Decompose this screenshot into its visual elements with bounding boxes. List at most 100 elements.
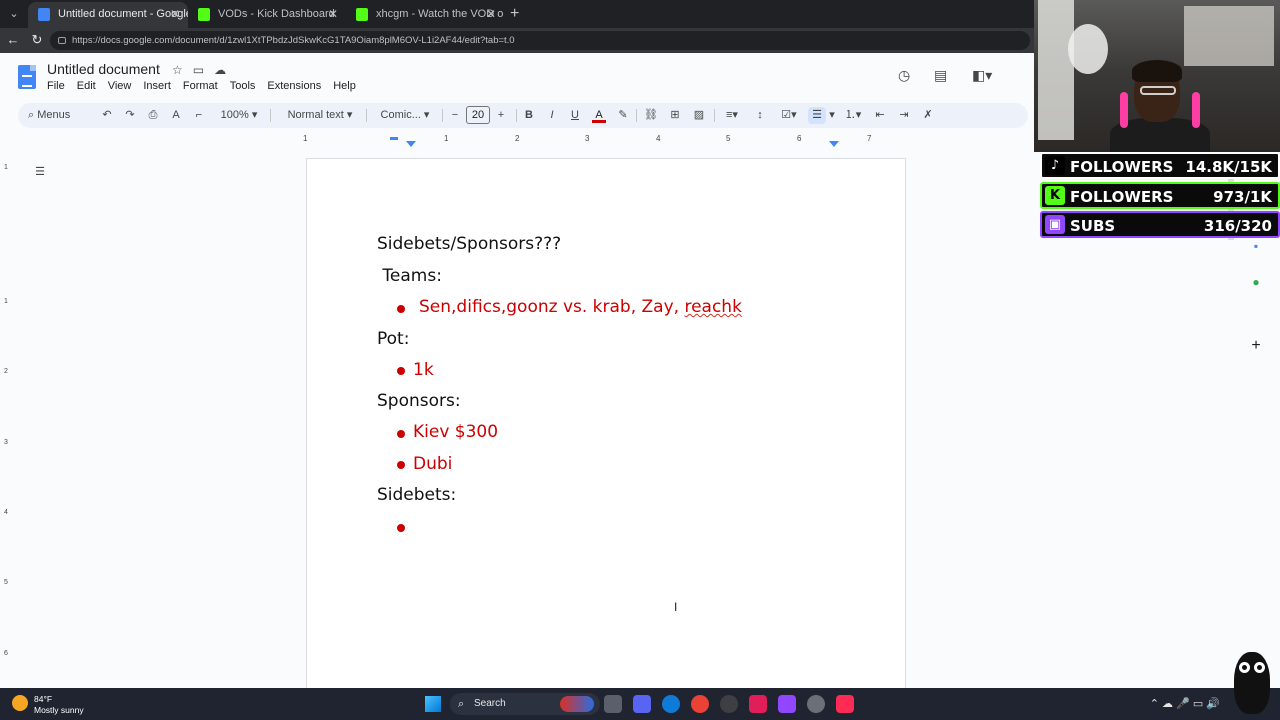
increase-indent-icon[interactable]: ⇥ [896, 107, 912, 124]
misspelled-word[interactable]: reachk [684, 297, 741, 317]
tiktok-followers-goal: ♪ FOLLOWERS 14.8K/15K [1040, 152, 1280, 179]
back-arrow-icon[interactable]: ← [4, 31, 22, 49]
italic-icon[interactable]: I [545, 107, 559, 124]
left-indent-marker[interactable] [406, 141, 416, 147]
highlight-color-icon[interactable]: ✎ [616, 107, 630, 124]
address-bar[interactable]: https://docs.google.com/document/d/1zwl1… [50, 31, 1030, 50]
bulleted-list-icon[interactable]: ☰ [808, 107, 826, 124]
close-tab-icon[interactable]: ✕ [486, 2, 496, 26]
twitch-app-icon[interactable] [778, 695, 796, 713]
menu-tools[interactable]: Tools [230, 80, 256, 92]
tiktok-app-icon[interactable] [836, 695, 854, 713]
redo-icon[interactable]: ↷ [123, 107, 137, 124]
document-page[interactable]: Sidebets/Sponsors??? Teams: Sen,difics,g… [306, 158, 906, 688]
menus-search[interactable]: ⌕ Menus [28, 107, 88, 124]
undo-icon[interactable]: ↶ [100, 107, 114, 124]
menu-insert[interactable]: Insert [143, 80, 171, 92]
style-value: Normal text [287, 109, 344, 121]
bullet-icon [397, 367, 405, 375]
menu-extensions[interactable]: Extensions [267, 80, 321, 92]
star-icon[interactable]: ☆ [172, 63, 183, 77]
sponsors-label: Sponsors: [377, 391, 461, 411]
goal-label: FOLLOWERS [1070, 158, 1174, 176]
windows-taskbar: 84°F Mostly sunny ⌕ Search ⌃ ☁ 🎤 ▭ 🔊 [0, 688, 1280, 720]
increase-font-size-icon[interactable]: + [494, 107, 508, 124]
text-color-icon[interactable]: A [592, 107, 606, 123]
menu-view[interactable]: View [108, 80, 132, 92]
spellcheck-icon[interactable]: A [169, 107, 183, 124]
new-tab-plus-icon[interactable]: + [510, 3, 519, 25]
first-line-indent-marker[interactable] [390, 137, 398, 140]
document-outline-icon[interactable]: ☰ [32, 165, 48, 181]
windows-start-icon[interactable] [425, 696, 441, 712]
reload-icon[interactable]: ↻ [28, 31, 46, 49]
bullet-icon [397, 305, 405, 313]
search-highlight-icon[interactable] [560, 696, 594, 712]
menu-edit[interactable]: Edit [77, 80, 96, 92]
discord-icon[interactable] [633, 695, 651, 713]
sunny-weather-icon [12, 695, 28, 711]
owl-eye [1254, 662, 1265, 673]
kick-followers-goal: K FOLLOWERS 973/1K [1040, 182, 1280, 209]
maps-pin-icon[interactable]: ● [1250, 276, 1262, 288]
right-indent-marker[interactable] [829, 141, 839, 147]
kick-icon: K [1045, 186, 1065, 205]
google-docs-logo-icon[interactable] [18, 65, 36, 89]
move-folder-icon[interactable]: ▭ [193, 63, 204, 77]
underline-icon[interactable]: U [568, 107, 582, 124]
edge-icon[interactable] [662, 695, 680, 713]
add-addon-icon[interactable]: + [1250, 338, 1262, 354]
close-tab-icon[interactable]: ✕ [328, 2, 338, 26]
numbered-list-icon[interactable]: ⒈▾ [840, 107, 866, 124]
decrease-font-size-icon[interactable]: − [448, 107, 462, 124]
media-player-icon[interactable] [720, 695, 738, 713]
menu-file[interactable]: File [47, 80, 65, 92]
ruler-number: 1 [4, 164, 8, 171]
bold-icon[interactable]: B [522, 107, 536, 124]
decrease-indent-icon[interactable]: ⇤ [872, 107, 888, 124]
chrome-icon[interactable] [691, 695, 709, 713]
zoom-value: 100% [220, 109, 249, 121]
close-tab-icon[interactable]: ✕ [170, 2, 180, 26]
add-comment-icon[interactable]: ⊞ [668, 107, 682, 124]
bulleted-list-dropdown-icon[interactable]: ▾ [827, 107, 837, 124]
checklist-icon[interactable]: ☑▾ [776, 107, 802, 124]
goal-value: 316/320 [1203, 217, 1272, 235]
tab-search-chevron-icon[interactable]: ⌄ [4, 4, 24, 24]
pot-list-item: 1k [413, 360, 434, 380]
obs-icon[interactable] [807, 695, 825, 713]
menu-format[interactable]: Format [183, 80, 218, 92]
calendar-icon[interactable]: ▪ [1250, 240, 1262, 252]
horizontal-ruler[interactable]: 1 1 2 3 4 5 6 7 [303, 134, 906, 148]
goal-value: 973/1K [1213, 188, 1272, 206]
site-info-icon[interactable] [58, 37, 66, 44]
slack-icon[interactable] [749, 695, 767, 713]
comments-icon[interactable]: ▤ [934, 67, 947, 84]
paint-format-icon[interactable]: ⌐ [192, 107, 206, 124]
meet-camera-icon[interactable]: ◧▾ [972, 67, 992, 84]
align-icon[interactable]: ≡▾ [720, 107, 744, 124]
tab-kick-vod[interactable]: xhcgm - Watch the VOD on Kick ✕ [346, 2, 504, 28]
document-title[interactable]: Untitled document [47, 61, 160, 77]
bullet-icon [397, 461, 405, 469]
version-history-icon[interactable]: ◷ [898, 67, 910, 84]
print-icon[interactable]: ⎙ [146, 107, 160, 124]
tab-kick-dashboard[interactable]: VODs - Kick Dashboard ✕ [188, 2, 346, 28]
menu-help[interactable]: Help [333, 80, 356, 92]
system-tray[interactable]: ⌃ ☁ 🎤 ▭ 🔊 [1150, 697, 1220, 710]
cloud-saved-icon[interactable]: ☁ [214, 63, 226, 77]
headset-left [1120, 92, 1128, 128]
line-spacing-icon[interactable]: ↕ [752, 107, 768, 124]
tab-google-docs[interactable]: Untitled document - Google Docs ✕ [28, 2, 188, 28]
insert-link-icon[interactable]: ⛓ [644, 107, 658, 124]
font-size-input[interactable]: 20 [466, 106, 490, 124]
task-view-icon[interactable] [604, 695, 622, 713]
insert-image-icon[interactable]: ▨ [692, 107, 706, 124]
clear-formatting-icon[interactable]: ✗ [920, 107, 936, 124]
style-select[interactable]: Normal text ▾ [280, 107, 360, 124]
twitch-subs-goal: ▣ SUBS 316/320 [1040, 211, 1280, 238]
toolbar-divider [714, 109, 715, 122]
owl-body [1234, 652, 1270, 714]
font-select[interactable]: Comic... ▾ [374, 107, 436, 124]
zoom-select[interactable]: 100% ▾ [216, 107, 262, 124]
